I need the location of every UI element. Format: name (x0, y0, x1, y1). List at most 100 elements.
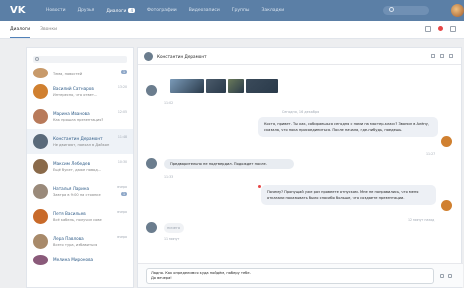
chat-panel: Константин Дерамонт 11:02 Сегодня, 16 де… (137, 47, 463, 288)
messages-subbar: Диалоги Звонки (0, 21, 464, 39)
conversation-preview: Тема, новостей (53, 72, 83, 76)
conversation-item[interactable]: Мелина Миронова (27, 254, 133, 266)
conversation-preview: Интересно, что ответ... (53, 93, 98, 97)
user-avatar (441, 200, 452, 211)
conversation-name: Максим Лебедев (53, 161, 91, 166)
photo-thumbnail[interactable] (246, 79, 278, 93)
nav-item[interactable]: Фотографии (147, 8, 177, 14)
conversation-text: Мелина Миронова (53, 257, 127, 264)
photo-thumbnail[interactable] (170, 79, 204, 93)
message-time: 12 минут назад (408, 218, 435, 222)
photo-thumbnail[interactable] (228, 79, 244, 93)
avatar (33, 159, 48, 174)
conversation-search-input[interactable] (33, 56, 127, 63)
conversation-text: Максим Лебедев Ещё букет, даже повод... (53, 161, 127, 172)
conversation-text: Марина Иванова Как прошла презентация? (53, 111, 127, 122)
conversation-item[interactable]: Тема, новостей 1 (27, 67, 133, 79)
avatar (33, 209, 48, 224)
message-input[interactable]: Ладно. Как определимся куда пойдём, набе… (146, 268, 434, 284)
conversation-item[interactable]: Петя Васильев Всё кабель, получил сове вче… (27, 204, 133, 229)
settings-icon[interactable] (450, 26, 456, 32)
main-nav: Новости Друзья Диалоги 4 Фотографии Видеозапи… (46, 7, 284, 14)
conversation-time: 11:48 (117, 135, 127, 139)
nav-item[interactable]: Видеозаписи (189, 8, 220, 14)
nav-item-label: Видеозаписи (188, 7, 220, 13)
avatar (33, 84, 48, 99)
vk-logo[interactable]: VK (10, 5, 26, 16)
conversation-name: Василий Сатнаров (53, 86, 94, 91)
conversation-preview: Ещё букет, даже повод... (53, 168, 102, 172)
nav-item[interactable]: Группы (232, 8, 250, 14)
conversation-item[interactable]: Лера Павлова Всего тура, избавиться вчера (27, 229, 133, 254)
conversation-preview: Завтра в 9:00 на стоянке (53, 193, 101, 197)
conversation-text: Тема, новостей (53, 70, 127, 76)
conversation-text: Константин Дерамонт Не двигают, поехал в … (53, 136, 127, 147)
conversation-item[interactable]: Константин Дерамонт Не двигают, поехал в … (27, 129, 133, 154)
conversation-text: Наталья Ларина Завтра в 9:00 на стоянке (53, 186, 127, 197)
photo-attachments[interactable] (170, 79, 278, 93)
nav-item-label: Закладки (261, 7, 285, 13)
search-icon[interactable] (440, 54, 444, 58)
conversation-name: Наталья Ларина (53, 186, 90, 191)
conversation-item[interactable]: Василий Сатнаров Интересно, что ответ... 1… (27, 79, 133, 104)
message-bubble-incoming: Предварительно не подтвердил. Подождет п… (164, 159, 294, 169)
conversation-text: Василий Сатнаров Интересно, что ответ... (53, 86, 127, 97)
new-chat-icon[interactable] (425, 26, 431, 32)
conversation-name: Марина Иванова (53, 111, 90, 116)
call-icon[interactable] (431, 54, 435, 58)
conversation-time: вчера (117, 235, 127, 239)
avatar (33, 134, 48, 149)
unread-badge: 4 (128, 7, 136, 13)
message-time: 11:27 (426, 152, 436, 156)
nav-item-label: Группы (231, 7, 250, 13)
nav-item[interactable]: Закладки (261, 8, 284, 14)
more-icon[interactable] (449, 54, 453, 58)
conversation-item[interactable]: Наталья Ларина Завтра в 9:00 на стоянке вч… (27, 179, 133, 204)
user-avatar (441, 136, 452, 147)
notification-icon[interactable] (438, 26, 443, 31)
search-icon (389, 7, 394, 12)
nav-item[interactable]: Друзья (78, 8, 95, 14)
photo-thumbnail[interactable] (206, 79, 226, 93)
nav-item-label: Диалоги (106, 8, 127, 14)
message-bubble-outgoing: Костя, привет. Ты как, собираешься сегод… (258, 117, 438, 137)
avatar (33, 184, 48, 199)
message-bubble-incoming: ничего (164, 223, 184, 233)
emoji-icon[interactable] (440, 274, 444, 278)
nav-item-label: Фотографии (147, 7, 177, 13)
conversation-preview: Не двигают, поехал в Дайкон (53, 143, 110, 147)
tab-dialogs[interactable]: Диалоги (10, 22, 31, 38)
send-icon[interactable] (448, 274, 452, 278)
conversation-item[interactable]: Максим Лебедев Ещё букет, даже повод... 10… (27, 154, 133, 179)
conversation-preview: Как прошла презентация? (53, 118, 104, 122)
conversation-time: 13:20 (117, 85, 127, 89)
avatar (33, 234, 48, 249)
tab-calls[interactable]: Звонки (40, 22, 57, 37)
avatar (33, 255, 48, 265)
avatar (33, 68, 48, 78)
conversation-name: Мелина Миронова (53, 256, 94, 262)
nav-item[interactable]: Новости (46, 8, 66, 14)
user-avatar[interactable] (451, 4, 464, 17)
unread-badge: 1 (120, 192, 127, 196)
chat-header: Константин Дерамонт (138, 48, 461, 65)
contact-avatar[interactable] (146, 85, 157, 96)
search-icon (35, 57, 39, 61)
contact-avatar[interactable] (144, 51, 153, 61)
day-separator: Сегодня, 16 декабря (281, 110, 320, 114)
nav-item-label: Новости (46, 7, 66, 13)
unread-badge: 1 (120, 70, 127, 74)
conversation-list: Тема, новостей 1 Василий Сатнаров Интересно… (26, 47, 134, 288)
conversation-time: 12:05 (117, 110, 127, 114)
nav-item-label: Друзья (77, 7, 95, 13)
conversation-name: Петя Васильев (53, 211, 86, 216)
nav-item[interactable]: Диалоги 4 (106, 7, 136, 14)
conversation-time: вчера (117, 185, 127, 189)
contact-name[interactable]: Константин Дерамонт (157, 54, 207, 59)
contact-avatar[interactable] (146, 222, 157, 233)
contact-avatar[interactable] (146, 158, 157, 169)
message-time: 11 минут (164, 237, 180, 241)
conversation-item[interactable]: Марина Иванова Как прошла презентация? 12:… (27, 104, 133, 129)
conversation-text: Петя Васильев Всё кабель, получил сове (53, 211, 127, 222)
message-time: 11:33 (164, 175, 174, 179)
